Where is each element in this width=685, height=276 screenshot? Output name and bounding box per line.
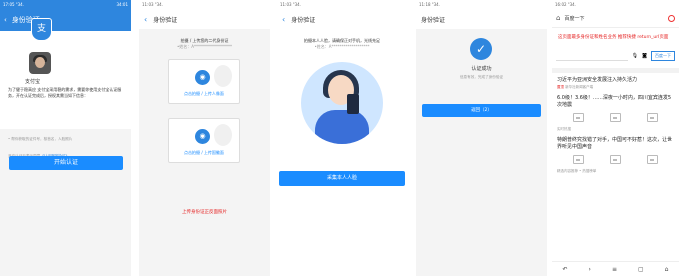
address-text[interactable]: 百度一下 [564, 15, 664, 22]
id-front-card[interactable]: ◉ 点击拍摄 / 上传人像面 [168, 59, 240, 104]
home-icon[interactable]: ⌂ [665, 266, 669, 273]
card-caption: 点击拍摄 / 上传人像面 [184, 91, 224, 96]
image-icon [610, 113, 621, 122]
news-item[interactable]: 特朗普终究找错了对手，中国可不好惹！这次，让世界听见中国声音 [552, 133, 679, 151]
top-bar: 11:18 "34. 身份验证 [416, 0, 547, 29]
forward-icon[interactable]: › [589, 266, 591, 273]
top-bar: 17:05 "34. 34:01 ‹ 身份验证 [0, 0, 131, 31]
record-icon[interactable] [668, 14, 675, 22]
section-label: 实时热搜 [557, 127, 571, 131]
search-row: 🎙 ◙ 百度一下 [552, 51, 679, 61]
image-row [552, 109, 679, 126]
bottom-toolbar: ↶ › ≡ ▢ ⌂ [552, 261, 679, 276]
start-auth-button[interactable]: 开始认证 [9, 156, 123, 170]
name-hint: •姓名：A******************* [314, 44, 370, 49]
return-notice: 这页面最多身份证和姓名业务 推荐快捷 return_url页面 [558, 35, 669, 40]
back-icon[interactable]: ‹ [4, 16, 7, 24]
shield-icon: 支 [31, 18, 52, 41]
face-capture-screen: 11:03 "34. ‹ 身份验证 拍摄本人人脸，请确保正对手机，光线充足 •姓名… [277, 0, 407, 276]
card-caption: 点击拍摄 / 上传国徽面 [184, 150, 224, 155]
status-bar: 11:03 "34. [142, 2, 163, 7]
image-icon [573, 113, 584, 122]
browser-bar: ⌂ 百度一下 [552, 9, 679, 28]
scope-tip: • 帮你获取的证件号，核首名，人脸照片 [8, 137, 73, 141]
image-icon [647, 155, 658, 164]
back-icon[interactable]: ‹ [282, 15, 285, 24]
auth-success-screen: 11:18 "34. 身份验证 ✓ 认证成功 信息有效，完成了身份验证 返回（2… [416, 0, 547, 276]
app-info: 支 支付宝 为了健于稳高应 支付宝采用稳的需求，需要你使用支付宝认证服务，开在认… [0, 18, 131, 129]
app-name: 支付宝 [25, 79, 41, 85]
success-title: 认证成功 [471, 66, 492, 72]
nav-bar: ‹ 身份验证 [0, 9, 131, 31]
tabs-icon[interactable]: ▢ [638, 266, 644, 273]
emblem-placeholder [214, 124, 232, 146]
return-button[interactable]: 返回（2） [422, 104, 541, 117]
avatar [29, 52, 51, 74]
menu-icon[interactable]: ≡ [612, 266, 617, 273]
status-bar: 17:05 "34. 34:01 [3, 2, 128, 7]
status-bar: 11:18 "34. [419, 2, 440, 7]
news-item[interactable]: 6.0级！3.6级！……深夜一小时内，四川宜宾连发5次地震 [552, 91, 679, 109]
baidu-return-screen: 16:02 "34. ⌂ 百度一下 这页面最多身份证和姓名业务 推荐快捷 ret… [552, 0, 679, 276]
image-icon [610, 155, 621, 164]
home-icon[interactable]: ⌂ [556, 14, 560, 22]
back-icon[interactable]: ‹ [144, 15, 147, 24]
nav-bar: 身份验证 [416, 9, 547, 29]
camera-icon: ◉ [195, 129, 210, 144]
mic-icon[interactable]: 🎙 [632, 53, 638, 59]
page-title: 身份验证 [421, 16, 446, 24]
status-bar: 11:03 "34. [280, 2, 301, 7]
portrait-placeholder [214, 65, 232, 87]
image-icon [647, 113, 658, 122]
bottom-label: 精选内容推荐 • 热搜榜单 [557, 169, 597, 173]
top-bar: 11:03 "34. ‹ 身份验证 [277, 0, 407, 29]
image-icon [573, 155, 584, 164]
nav-bar: ‹ 身份验证 [139, 9, 270, 29]
capture-face-button[interactable]: 采集本人人脸 [279, 171, 405, 186]
camera-icon[interactable]: ◙ [642, 53, 647, 59]
page-title: 身份验证 [291, 16, 316, 24]
upload-warning: 上传身份证正反面照片 [182, 210, 227, 215]
news-meta: 置顶 新华社新闻客户端 [557, 85, 594, 89]
check-icon: ✓ [470, 38, 492, 60]
search-button[interactable]: 百度一下 [651, 51, 675, 61]
top-bar: 11:03 "34. ‹ 身份验证 [139, 0, 270, 29]
success-subtitle: 信息有效，完成了身份验证 [459, 75, 504, 79]
alipay-auth-screen: 17:05 "34. 34:01 ‹ 身份验证 支 支付宝 为了健于稳高应 支付宝采… [0, 0, 131, 276]
image-row [552, 151, 679, 168]
search-input[interactable] [556, 51, 628, 61]
description: 为了健于稳高应 支付宝采用稳的需求，需要你使用支付宝认证服务，开在认证完成后，授… [8, 87, 122, 98]
news-item[interactable]: 习近平为亚洲安全发展注入持久活力 [552, 73, 679, 84]
id-card-upload-screen: 11:03 "34. ‹ 身份验证 拍摄 / 上传您的二代身份证 •姓名：A***… [139, 0, 270, 276]
back-icon[interactable]: ↶ [563, 266, 568, 273]
name-hint: •姓名：A******************* [176, 44, 233, 49]
status-bar: 16:02 "34. [555, 2, 576, 7]
nav-bar: ‹ 身份验证 [277, 9, 407, 29]
id-back-card[interactable]: ◉ 点击拍摄 / 上传国徽面 [168, 118, 240, 163]
page-title: 身份验证 [153, 16, 178, 24]
face-illustration [301, 62, 383, 144]
camera-icon: ◉ [195, 70, 210, 85]
